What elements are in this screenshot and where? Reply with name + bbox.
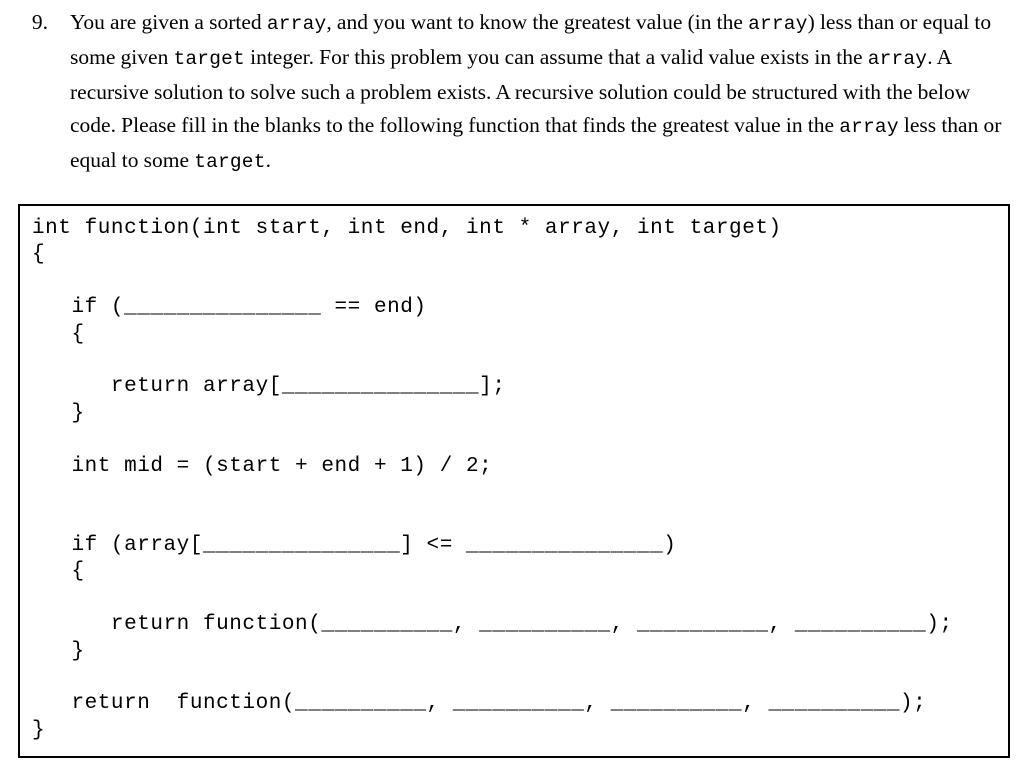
code-line: { [32, 322, 85, 346]
inline-code-array: array [839, 116, 899, 138]
question-number: 9. [31, 10, 48, 34]
code-line: { [32, 243, 46, 267]
code-line: if (_______________ == end) [32, 296, 427, 320]
question-block: 9. You are given a sorted array, and you… [0, 0, 1024, 179]
inline-code-target: target [194, 151, 266, 173]
question-text: You are given a sorted array, and you wa… [48, 0, 1024, 179]
code-listing: int function(int start, int end, int * a… [32, 216, 1008, 744]
question-paragraph: You are given a sorted array, and you wa… [70, 10, 1002, 173]
code-line: } [32, 401, 85, 425]
code-line: int function(int start, int end, int * a… [32, 217, 782, 240]
inline-code-array: array [748, 13, 808, 35]
inline-code-array: array [867, 48, 928, 70]
code-line: return array[_______________]; [32, 375, 506, 399]
inline-code-target: target [173, 48, 245, 70]
code-line: return function(__________, __________, … [32, 692, 927, 716]
code-line: return function(__________, __________, … [32, 613, 953, 637]
code-block-inner: int function(int start, int end, int * a… [20, 206, 1008, 744]
code-line: int mid = (start + end + 1) / 2; [32, 454, 493, 478]
code-line: { [32, 560, 85, 584]
inline-code-array: array [266, 13, 327, 35]
code-line: } [32, 718, 46, 742]
question-row: 9. You are given a sorted array, and you… [0, 0, 1024, 179]
code-line: } [32, 639, 85, 663]
code-line: if (array[_______________] <= __________… [32, 533, 677, 557]
code-block-container: int function(int start, int end, int * a… [18, 204, 1010, 758]
